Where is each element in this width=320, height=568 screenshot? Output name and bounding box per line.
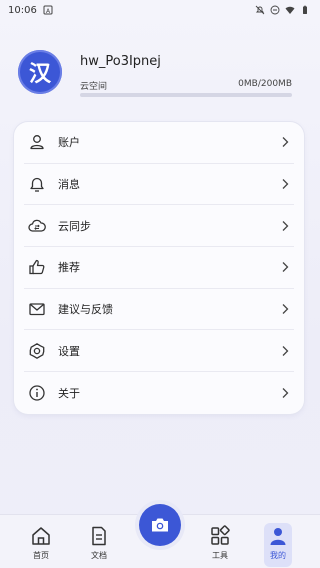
do-not-disturb-icon <box>270 5 280 15</box>
menu-item-messages[interactable]: 消息 <box>24 164 294 206</box>
tab-tools[interactable]: 工具 <box>200 525 240 565</box>
avatar[interactable]: 汉 <box>18 50 62 94</box>
menu-item-feedback[interactable]: 建议与反馈 <box>24 289 294 331</box>
profile-header: 汉 hw_Po3Ipnej 云空间 0MB/200MB <box>18 50 302 100</box>
username[interactable]: hw_Po3Ipnej <box>80 54 161 69</box>
menu-item-label: 云同步 <box>58 219 91 233</box>
info-icon <box>29 385 45 401</box>
tab-label: 我的 <box>270 551 286 560</box>
menu-item-recommend[interactable]: 推荐 <box>24 247 294 289</box>
tab-label: 首页 <box>33 551 49 560</box>
menu-item-about[interactable]: 关于 <box>24 372 294 414</box>
user-icon <box>30 135 44 150</box>
menu-item-account[interactable]: 账户 <box>24 122 294 164</box>
storage-label: 云空间 <box>80 82 108 92</box>
storage-value: 0MB/200MB <box>238 79 292 89</box>
menu-card: 账户 消息 云同步 推荐 建议与反馈 设置 关于 <box>14 122 304 414</box>
person-icon <box>270 528 286 545</box>
tools-grid-icon <box>211 525 230 545</box>
status-bar: 10:06 A <box>0 0 320 20</box>
chevron-right-icon <box>282 262 289 273</box>
chevron-right-icon <box>282 388 289 398</box>
thumbs-up-icon <box>29 260 45 275</box>
chevron-right-icon <box>282 179 289 189</box>
battery-icon <box>303 5 307 14</box>
chevron-right-icon <box>282 345 289 356</box>
document-icon <box>92 526 106 546</box>
mail-icon <box>29 303 45 316</box>
tab-home[interactable]: 首页 <box>21 525 61 565</box>
menu-item-label: 消息 <box>58 178 80 192</box>
menu-item-label: 建议与反馈 <box>58 303 113 317</box>
storage-progress-bar <box>80 93 292 97</box>
chevron-right-icon <box>282 220 289 231</box>
gear-icon <box>29 342 45 359</box>
cloud-sync-icon <box>28 219 46 232</box>
camera-button[interactable] <box>139 504 181 546</box>
notifications-off-icon <box>255 5 265 15</box>
home-icon <box>32 527 50 545</box>
camera-icon <box>152 518 168 532</box>
status-time: 10:06 <box>8 4 37 16</box>
chevron-right-icon <box>282 304 289 315</box>
wifi-icon <box>285 6 295 14</box>
menu-item-cloud-sync[interactable]: 云同步 <box>24 205 294 248</box>
tab-mine[interactable]: 我的 <box>264 523 292 567</box>
bell-icon <box>30 177 44 192</box>
chevron-right-icon <box>282 137 289 148</box>
menu-item-settings[interactable]: 设置 <box>24 330 294 373</box>
menu-item-label: 账户 <box>58 136 80 150</box>
tab-documents[interactable]: 文档 <box>79 525 119 565</box>
tab-label: 文档 <box>91 551 107 560</box>
menu-item-label: 推荐 <box>58 261 80 275</box>
app-notification-icon: A <box>43 5 53 15</box>
menu-item-label: 关于 <box>58 386 80 400</box>
tab-label: 工具 <box>212 551 228 560</box>
menu-item-label: 设置 <box>58 344 80 358</box>
